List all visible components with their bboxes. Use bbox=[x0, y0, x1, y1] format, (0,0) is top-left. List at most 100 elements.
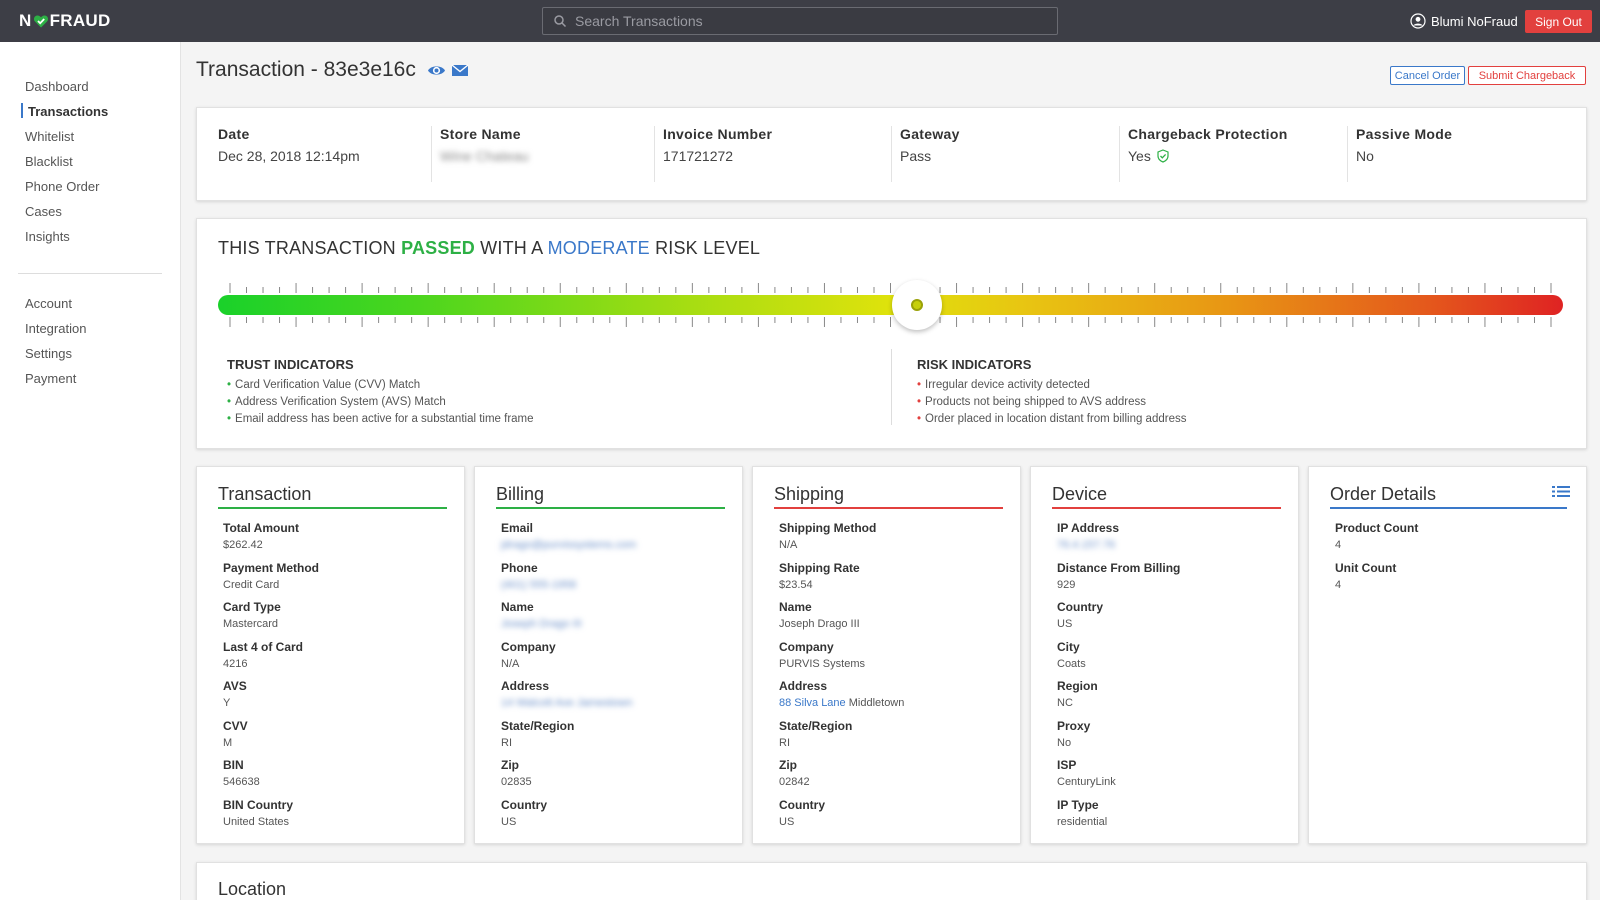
sidebar-item-whitelist[interactable]: Whitelist bbox=[25, 129, 74, 144]
field-label: City bbox=[1057, 639, 1080, 654]
risk-indicators-list: Irregular device activity detected Produ… bbox=[917, 377, 1186, 428]
field-label: IP Address bbox=[1057, 521, 1120, 535]
field-label: Distance From Billing bbox=[1057, 560, 1181, 575]
field-label: IP Type bbox=[1057, 797, 1099, 812]
trust-indicators-list: Card Verification Value (CVV) Match Addr… bbox=[227, 377, 534, 428]
location-card: Location bbox=[196, 862, 1587, 900]
address-link[interactable]: 88 Silva Lane bbox=[779, 697, 846, 709]
sidebar-item-insights[interactable]: Insights bbox=[25, 229, 70, 244]
field-value: RI bbox=[501, 736, 512, 749]
risk-heading-text: RISK LEVEL bbox=[649, 238, 761, 258]
invoice-value: 171721272 bbox=[663, 148, 734, 164]
transaction-field: CVV M bbox=[223, 719, 248, 749]
nofraud-logo[interactable]: N FRAUD bbox=[19, 11, 111, 31]
billing-field: Phone (401) 555-1958 bbox=[501, 561, 576, 591]
field-value: Joseph Drago III bbox=[779, 618, 860, 630]
billing-field: Address 14 Walcott Ave Jamestown bbox=[501, 679, 632, 709]
field-value: US bbox=[501, 815, 517, 828]
field-label: Shipping Method bbox=[779, 521, 877, 535]
device-field: ISP CenturyLink bbox=[1057, 758, 1116, 788]
field-value: Mastercard bbox=[223, 618, 279, 630]
sidebar-item-integration[interactable]: Integration bbox=[25, 321, 86, 336]
shipping-field: Country US bbox=[779, 798, 825, 828]
field-value: 76.4.157.76 bbox=[1057, 539, 1116, 551]
card-title-underline bbox=[218, 507, 447, 509]
cancel-order-button[interactable]: Cancel Order bbox=[1390, 66, 1465, 85]
date-value: Dec 28, 2018 12:14pm bbox=[218, 148, 360, 164]
field-label: Card Type bbox=[223, 600, 281, 614]
search-box[interactable] bbox=[542, 7, 1058, 35]
user-menu[interactable]: Blumi NoFraud bbox=[1410, 13, 1518, 29]
date-field: Date Dec 28, 2018 12:14pm bbox=[218, 126, 360, 164]
field-value: N/A bbox=[501, 657, 520, 670]
field-value: 4216 bbox=[223, 657, 248, 670]
field-value: (401) 555-1958 bbox=[501, 578, 577, 591]
field-label: Name bbox=[501, 600, 534, 614]
field-value: 546638 bbox=[223, 776, 260, 788]
risk-indicator: Products not being shipped to AVS addres… bbox=[917, 394, 1186, 411]
risk-indicators-title: RISK INDICATORS bbox=[917, 357, 1032, 372]
shipping-field: Company PURVIS Systems bbox=[779, 640, 865, 670]
card-title-underline bbox=[496, 507, 725, 509]
store-value: Wine Chateau bbox=[440, 148, 529, 164]
field-value: M bbox=[223, 736, 233, 749]
risk-heading-text: THIS TRANSACTION bbox=[218, 238, 402, 258]
billing-field: Company N/A bbox=[501, 640, 556, 670]
mail-icon[interactable] bbox=[451, 63, 469, 78]
field-label: Country bbox=[501, 797, 547, 812]
device-card: Device IP Address 76.4.157.76 Distance Fro… bbox=[1030, 466, 1299, 844]
search-icon bbox=[554, 15, 567, 28]
submit-chargeback-button[interactable]: Submit Chargeback bbox=[1468, 66, 1586, 85]
risk-gauge-bar bbox=[218, 295, 1563, 315]
field-label: Country bbox=[1057, 600, 1103, 614]
shipping-field: State/Region RI bbox=[779, 719, 852, 749]
trust-indicator: Address Verification System (AVS) Match bbox=[227, 394, 534, 411]
field-value: Credit Card bbox=[223, 578, 280, 591]
risk-gauge-knob-dot bbox=[911, 299, 924, 311]
active-indicator bbox=[21, 103, 23, 118]
sidebar-item-settings[interactable]: Settings bbox=[25, 346, 72, 361]
shield-check-icon bbox=[1157, 149, 1169, 163]
sidebar-item-transactions[interactable]: Transactions bbox=[28, 104, 108, 119]
sidebar-item-payment[interactable]: Payment bbox=[25, 371, 76, 386]
sign-out-button[interactable]: Sign Out bbox=[1525, 10, 1592, 33]
order-details-card: Order Details Product Count 4 Unit Count 4 bbox=[1308, 466, 1587, 844]
invoice-label: Invoice Number bbox=[663, 126, 773, 142]
card-title: Billing bbox=[496, 484, 545, 504]
transaction-field: BIN Country United States bbox=[223, 798, 293, 828]
page-title: Transaction - 83e3e16c bbox=[196, 58, 416, 81]
summary-divider bbox=[431, 126, 432, 182]
search-input[interactable] bbox=[575, 13, 1035, 29]
field-value: United States bbox=[223, 815, 290, 828]
field-value: 14 Walcott Ave Jamestown bbox=[501, 697, 633, 709]
eye-icon[interactable] bbox=[427, 62, 446, 79]
sidebar-item-dashboard[interactable]: Dashboard bbox=[25, 79, 89, 94]
field-label: Address bbox=[779, 679, 828, 693]
gauge-ticks-bottom bbox=[229, 317, 1552, 327]
order-field: Product Count 4 bbox=[1335, 521, 1418, 551]
risk-card: THIS TRANSACTION PASSED WITH A MODERATE … bbox=[196, 218, 1587, 449]
field-label: State/Region bbox=[779, 718, 853, 733]
field-label: Zip bbox=[779, 758, 797, 772]
risk-indicator: Irregular device activity detected bbox=[917, 377, 1186, 394]
field-label: Company bbox=[779, 639, 834, 654]
summary-divider bbox=[1347, 126, 1348, 182]
sidebar-item-account[interactable]: Account bbox=[25, 296, 72, 311]
gateway-value: Pass bbox=[900, 148, 932, 164]
field-label: Region bbox=[1057, 679, 1098, 693]
sidebar-item-cases[interactable]: Cases bbox=[25, 204, 62, 219]
location-title: Location bbox=[218, 879, 287, 899]
field-label: Name bbox=[779, 600, 812, 614]
field-label: Zip bbox=[501, 758, 519, 772]
list-icon[interactable] bbox=[1552, 485, 1570, 501]
field-label: Total Amount bbox=[223, 521, 299, 535]
field-label: Last 4 of Card bbox=[223, 639, 304, 654]
user-name: Blumi NoFraud bbox=[1431, 13, 1518, 29]
transaction-field: AVS Y bbox=[223, 679, 247, 709]
device-field: IP Address 76.4.157.76 bbox=[1057, 521, 1119, 551]
shipping-field: Shipping Method N/A bbox=[779, 521, 876, 551]
card-title-underline bbox=[774, 507, 1003, 509]
sidebar-item-phone-order[interactable]: Phone Order bbox=[25, 179, 99, 194]
card-title: Device bbox=[1052, 484, 1108, 504]
sidebar-item-blacklist[interactable]: Blacklist bbox=[25, 154, 73, 169]
